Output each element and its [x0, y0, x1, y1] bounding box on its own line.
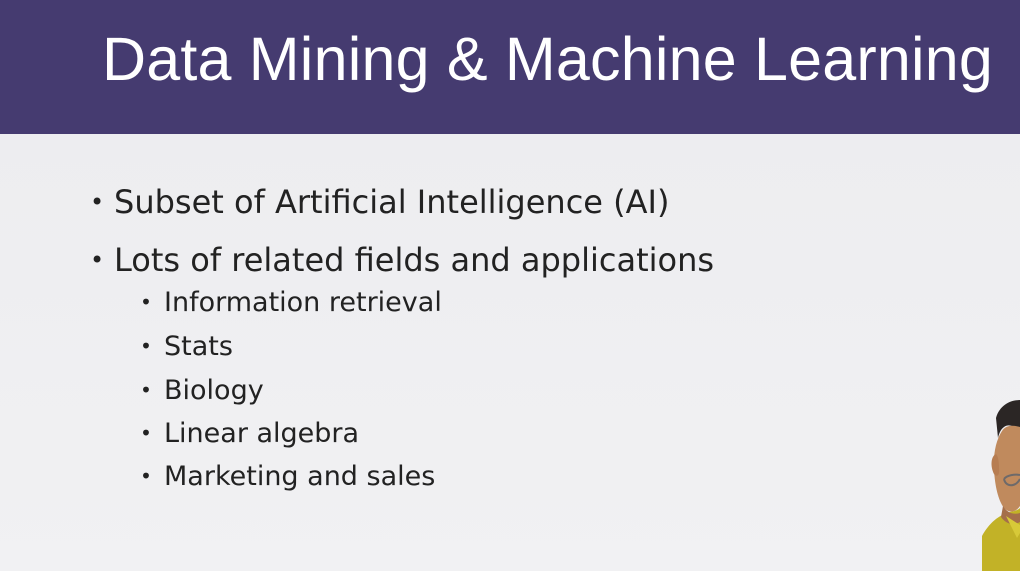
bullet-icon: •: [90, 246, 105, 274]
sub-bullet-item: • Information retrieval: [140, 286, 442, 321]
bullet-icon: •: [140, 333, 152, 358]
bullet-icon: •: [90, 188, 105, 216]
bullet-icon: •: [140, 420, 152, 445]
bullet-item: • Subset of Artificial Intelligence (AI): [90, 182, 669, 224]
bullet-item: • Lots of related fields and applications: [90, 240, 714, 282]
bullet-icon: •: [140, 289, 152, 314]
presenter-video: [982, 400, 1020, 571]
sub-bullet-text: Biology: [164, 375, 264, 406]
presenter-image: [982, 400, 1020, 571]
bullet-text: Subset of Artificial Intelligence (AI): [114, 183, 670, 221]
sub-bullet-item: • Biology: [140, 374, 264, 409]
sub-bullet-item: • Stats: [140, 330, 233, 365]
sub-bullet-text: Information retrieval: [164, 287, 442, 318]
slide-content: • Subset of Artificial Intelligence (AI) …: [0, 134, 1020, 571]
title-bar: Data Mining & Machine Learning: [0, 0, 1020, 134]
sub-bullet-text: Linear algebra: [164, 418, 360, 449]
bullet-icon: •: [140, 377, 152, 402]
slide-title: Data Mining & Machine Learning: [102, 25, 994, 93]
sub-bullet-item: • Marketing and sales: [140, 460, 435, 495]
sub-bullet-item: • Linear algebra: [140, 417, 359, 452]
sub-bullet-text: Marketing and sales: [164, 461, 436, 492]
bullet-text: Lots of related fields and applications: [114, 241, 715, 279]
bullet-icon: •: [140, 463, 152, 488]
sub-bullet-text: Stats: [164, 331, 233, 362]
